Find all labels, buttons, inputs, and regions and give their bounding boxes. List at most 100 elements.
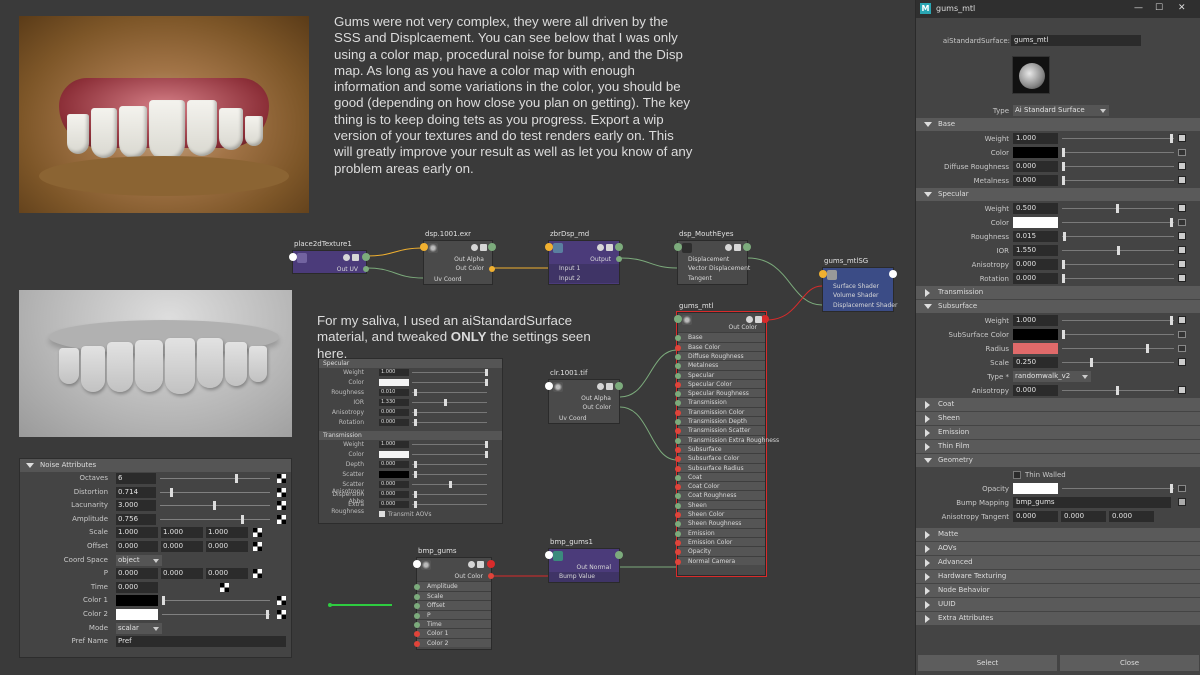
displacement-icon [682, 243, 692, 253]
section-extra-attributes[interactable]: Extra Attributes [916, 612, 1200, 625]
close-button[interactable]: Close [1060, 655, 1199, 671]
thin-walled-checkbox[interactable] [1013, 471, 1021, 479]
section-aovs[interactable]: AOVs [916, 542, 1200, 555]
input-port-dot[interactable] [675, 521, 681, 528]
section-advanced[interactable]: Advanced [916, 556, 1200, 569]
input-port-dot[interactable] [675, 344, 681, 351]
material-input-row: Coat Color [675, 481, 765, 491]
noise-section-header[interactable]: Noise Attributes [20, 459, 291, 472]
specular-color-swatch[interactable] [1013, 217, 1058, 228]
section-hardware-texturing[interactable]: Hardware Texturing [916, 570, 1200, 583]
node-editor-canvas[interactable]: Gums were not very complex, they were al… [0, 0, 915, 675]
opacity-swatch[interactable] [1013, 483, 1058, 494]
input-port-dot[interactable] [675, 465, 681, 472]
input-port-dot[interactable] [675, 381, 681, 388]
shader-name-field[interactable]: gums_mtl [1011, 35, 1141, 46]
saliva-attr-row: Anisotropy 0.000 [319, 408, 502, 418]
subsurface-color-swatch[interactable] [1013, 329, 1058, 340]
node-dsp-file[interactable]: dsp.1001.exr Out Alpha Out Color Uv Coor… [420, 230, 496, 285]
section-transmission[interactable]: Transmission [916, 286, 1200, 299]
section-specular[interactable]: Specular [916, 188, 1200, 201]
layered-texture-icon [553, 243, 563, 253]
saliva-attribute-panel: Specular Weight 1.000 Color Roughness 0.010 I… [318, 358, 503, 524]
attribute-editor-window: M gums_mtl — ☐ ✕ aiStandardSurface: gums_… [915, 0, 1200, 675]
saliva-attr-row: Scatter [319, 470, 502, 480]
material-input-row: Sheen Roughness [675, 518, 765, 528]
input-port-dot[interactable] [414, 593, 420, 600]
input-port-dot[interactable] [675, 400, 681, 407]
input-port-dot[interactable] [675, 484, 681, 491]
node-view-icon[interactable] [352, 254, 359, 261]
input-port-dot[interactable] [675, 558, 681, 565]
input-port-dot[interactable] [414, 603, 420, 610]
section-geometry[interactable]: Geometry [916, 454, 1200, 467]
node-place2dtexture[interactable]: place2dTexture1 Out UV [289, 240, 370, 274]
input-port-dot[interactable] [675, 456, 681, 463]
section-emission[interactable]: Emission [916, 426, 1200, 439]
input-port-dot[interactable] [414, 631, 420, 638]
place2d-icon [297, 253, 307, 263]
node-toggle-icon[interactable] [343, 254, 350, 261]
input-port-dot[interactable] [414, 584, 420, 591]
input-port-dot[interactable] [675, 391, 681, 398]
node-color-file[interactable]: clr.1001.tif Out Alpha Out Color Uv Coor… [545, 369, 623, 424]
section-sheen[interactable]: Sheen [916, 412, 1200, 425]
section-coat[interactable]: Coat [916, 398, 1200, 411]
input-port-dot[interactable] [675, 446, 681, 453]
material-swatch [1012, 56, 1050, 94]
section-subsurface[interactable]: Subsurface [916, 300, 1200, 313]
shading-group-icon [827, 270, 837, 280]
select-button[interactable]: Select [918, 655, 1057, 671]
input-port-dot[interactable] [675, 335, 681, 342]
input-port-dot[interactable] [675, 437, 681, 444]
texture-thumbnail-icon [553, 382, 563, 392]
input-port-dot[interactable] [675, 502, 681, 509]
coord-space-dropdown[interactable]: object [116, 554, 162, 566]
description-text-saliva: For my saliva, I used an aiStandardSurfa… [317, 313, 591, 361]
close-icon[interactable]: ✕ [1178, 3, 1186, 13]
input-port-dot[interactable] [675, 363, 681, 370]
section-base[interactable]: Base [916, 118, 1200, 131]
input-port-dot[interactable] [675, 372, 681, 379]
input-port-dot[interactable] [675, 530, 681, 537]
node-displacement-shader[interactable]: dsp_MouthEyes Displacement Vector Displa… [674, 230, 751, 285]
saliva-attr-row: Color [319, 450, 502, 460]
base-color-swatch[interactable] [1013, 147, 1058, 158]
input-port-dot[interactable] [675, 493, 681, 500]
input-port-dot[interactable] [675, 353, 681, 360]
section-matte[interactable]: Matte [916, 528, 1200, 541]
node-bump-noise[interactable]: bmp_gums Out Color Amplitude Scale Offset P… [413, 547, 495, 650]
input-port-dot[interactable] [414, 612, 420, 619]
radius-color-swatch[interactable] [1013, 343, 1058, 354]
input-port-dot[interactable] [414, 621, 420, 628]
mode-dropdown[interactable]: scalar [116, 622, 162, 634]
maximize-icon[interactable]: ☐ [1155, 3, 1163, 13]
node-bump2d[interactable]: bmp_gums1 Out Normal Bump Value [545, 538, 623, 583]
input-port-dot[interactable] [675, 539, 681, 546]
color2-swatch[interactable] [116, 608, 158, 620]
material-input-row: Coat [675, 471, 765, 482]
minimize-icon[interactable]: — [1134, 3, 1143, 13]
input-port-dot[interactable] [675, 474, 681, 481]
noise-attributes-panel: Noise Attributes Octaves 6 Distortion 0.71… [19, 458, 292, 658]
window-titlebar[interactable]: M gums_mtl — ☐ ✕ [916, 0, 1200, 18]
section-thin-film[interactable]: Thin Film [916, 440, 1200, 453]
saliva-attr-row: Roughness 0.010 [319, 388, 502, 398]
type-dropdown[interactable]: Ai Standard Surface [1013, 105, 1109, 116]
color1-swatch[interactable] [116, 595, 158, 607]
node-shading-group[interactable]: gums_mtlSG Surface Shader Volume Shader … [819, 257, 897, 312]
node-gums-material[interactable]: gums_mtl Out Color Base Base Color Diffuse… [674, 302, 779, 577]
input-port-dot[interactable] [675, 409, 681, 416]
input-port-dot[interactable] [675, 419, 681, 426]
input-port-dot[interactable] [675, 512, 681, 519]
subsurface-type-dropdown[interactable]: randomwalk_v2 [1013, 371, 1091, 382]
input-port-dot[interactable] [675, 428, 681, 435]
node-zbrdsp[interactable]: zbrDsp_md Output Input 1 Input 2 [545, 230, 623, 285]
input-port-dot[interactable] [675, 549, 681, 556]
section-uuid[interactable]: UUID [916, 598, 1200, 611]
input-port-dot[interactable] [414, 640, 420, 647]
saliva-attr-row: Extra Roughness 0.000 [319, 500, 502, 515]
section-node-behavior[interactable]: Node Behavior [916, 584, 1200, 597]
bump-mapping-field[interactable]: bmp_gums [1013, 497, 1171, 508]
noise-input-row: Amplitude [414, 581, 491, 591]
